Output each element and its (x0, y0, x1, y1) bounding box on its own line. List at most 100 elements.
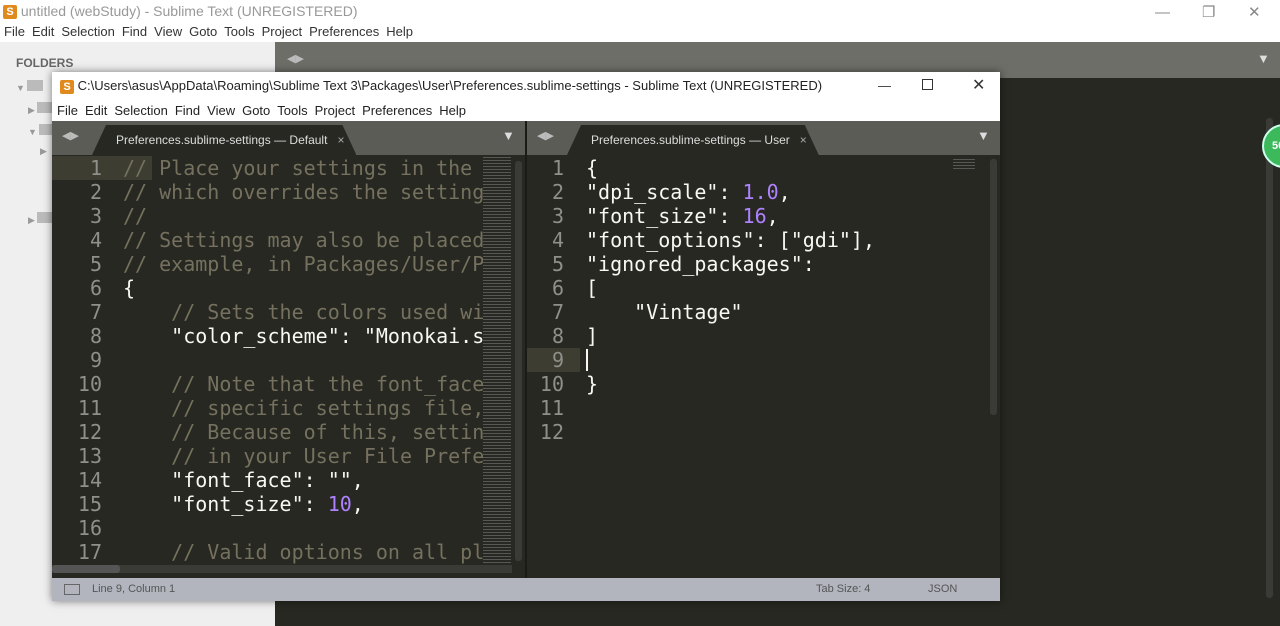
menu-find[interactable]: Find (175, 103, 200, 118)
preferences-window: S C:\Users\asus\AppData\Roaming\Sublime … (52, 72, 1000, 601)
code-line: "ignored_packages": (586, 252, 947, 276)
right-editor-pane[interactable]: 1 {2 "dpi_scale": 1.0, 3 "font_size": 16, 4 "f… (527, 155, 1000, 578)
maximize-button[interactable]: ❐ (1202, 2, 1215, 24)
menu-help[interactable]: Help (439, 103, 466, 118)
window-title: untitled (webStudy) - Sublime Text (UNRE… (20, 3, 358, 19)
tab-nav-arrows-icon[interactable]: ◀▶ (287, 52, 304, 65)
line-number: 9 (551, 348, 564, 372)
code-line: "font_options": ["gdi"], (586, 228, 947, 252)
code-line: // Valid options on all pl (123, 540, 483, 564)
minimize-button[interactable]: — (1155, 2, 1170, 24)
tab-default-settings[interactable]: Preferences.sublime-settings — Default × (92, 125, 356, 155)
menu-project[interactable]: Project (315, 103, 355, 118)
menu-view[interactable]: View (207, 103, 235, 118)
comment-token: // Valid options on all pl (171, 540, 483, 564)
menu-file[interactable]: File (4, 24, 25, 39)
minimap[interactable] (483, 155, 511, 565)
tab-dropdown-icon[interactable]: ▼ (502, 128, 515, 143)
code-line: "font_size": 16, (586, 204, 947, 228)
menu-selection[interactable]: Selection (114, 103, 167, 118)
line-number: 15 (77, 492, 102, 516)
code-line: // (123, 204, 483, 228)
horizontal-scrollbar[interactable] (52, 565, 512, 573)
right-tab-bar: ◀▶ Preferences.sublime-settings — User × … (527, 121, 1000, 155)
tab-size-selector[interactable]: Tab Size: 4 (816, 578, 870, 601)
tab-close-icon[interactable]: × (337, 133, 344, 147)
scroll-thumb[interactable] (52, 565, 120, 573)
menu-view[interactable]: View (154, 24, 182, 39)
sublime-logo-icon: S (60, 79, 74, 94)
line-number: 7 (551, 300, 564, 324)
comment-token: // Because of this, settin (171, 420, 483, 444)
number-token: 16 (742, 204, 767, 228)
menu-help[interactable]: Help (386, 24, 413, 39)
line-number: 10 (539, 372, 564, 396)
line-number: 11 (77, 396, 102, 420)
menu-file[interactable]: File (57, 103, 78, 118)
code-token: , (766, 204, 779, 228)
sublime-logo-icon: S (3, 5, 17, 20)
code-line: // Settings may also be placed (123, 228, 483, 252)
left-editor-pane[interactable]: 1 // Place your settings in the 2 // which… (52, 155, 525, 578)
line-number: 2 (551, 180, 564, 204)
line-number: 4 (551, 228, 564, 252)
notification-badge[interactable]: 50 (1262, 124, 1280, 168)
code-token: [ (586, 276, 599, 300)
line-number: 17 (77, 540, 102, 564)
comment-token: // Settings may also be placed (123, 228, 483, 252)
code-line: // specific settings file, (123, 396, 483, 420)
menu-edit[interactable]: Edit (32, 24, 54, 39)
code-line: // Place your settings in the (123, 156, 483, 180)
vertical-scrollbar[interactable] (990, 159, 997, 415)
folder-tree-item[interactable]: ▶ (28, 102, 54, 116)
code-token: "dpi_scale": (586, 180, 743, 204)
menu-project[interactable]: Project (262, 24, 302, 39)
line-number: 4 (89, 228, 102, 252)
code-token: , (351, 492, 364, 516)
menu-preferences[interactable]: Preferences (309, 24, 379, 39)
menu-preferences[interactable]: Preferences (362, 103, 432, 118)
tab-close-icon[interactable]: × (800, 133, 807, 147)
number-token: 1.0 (742, 180, 779, 204)
menu-selection[interactable]: Selection (61, 24, 114, 39)
menu-goto[interactable]: Goto (189, 24, 217, 39)
code-token: "Vintage" (586, 300, 743, 324)
comment-token: // specific settings file, (171, 396, 483, 420)
tab-user-settings[interactable]: Preferences.sublime-settings — User × (567, 125, 819, 155)
tab-dropdown-icon[interactable]: ▼ (1257, 51, 1270, 66)
line-number: 5 (89, 252, 102, 276)
dialog-maximize-button[interactable] (922, 79, 933, 90)
tab-label: Preferences.sublime-settings — Default (116, 133, 328, 147)
minimap[interactable] (953, 157, 975, 169)
comment-token: // example, in Packages/User/P (123, 252, 483, 276)
menu-edit[interactable]: Edit (85, 103, 107, 118)
close-button[interactable]: ✕ (1248, 2, 1261, 24)
dialog-close-button[interactable]: ✕ (972, 72, 985, 100)
menu-find[interactable]: Find (122, 24, 147, 39)
menu-goto[interactable]: Goto (242, 103, 270, 118)
dialog-minimize-button[interactable]: — (878, 72, 891, 100)
comment-token: // (123, 204, 148, 228)
vertical-scrollbar[interactable] (515, 161, 522, 561)
tab-nav-arrows-icon[interactable]: ◀▶ (62, 129, 79, 142)
console-toggle-icon[interactable] (64, 584, 80, 595)
code-token: { (123, 276, 136, 300)
code-token: } (586, 372, 599, 396)
line-number: 12 (539, 420, 564, 444)
menu-tools[interactable]: Tools (277, 103, 307, 118)
folder-tree-item[interactable]: ▶ (28, 212, 54, 226)
line-number: 1 (551, 156, 564, 180)
background-scrollbar[interactable] (1266, 118, 1273, 598)
line-number: 8 (89, 324, 102, 348)
tab-nav-arrows-icon[interactable]: ◀▶ (537, 129, 554, 142)
tab-dropdown-icon[interactable]: ▼ (977, 128, 990, 143)
folder-tree-item[interactable]: ▶ (40, 146, 47, 157)
menu-tools[interactable]: Tools (224, 24, 254, 39)
folder-tree-item[interactable]: ▼ (16, 80, 44, 93)
syntax-selector[interactable]: JSON (928, 578, 957, 601)
line-number: 16 (77, 516, 102, 540)
code-token: , (778, 180, 791, 204)
